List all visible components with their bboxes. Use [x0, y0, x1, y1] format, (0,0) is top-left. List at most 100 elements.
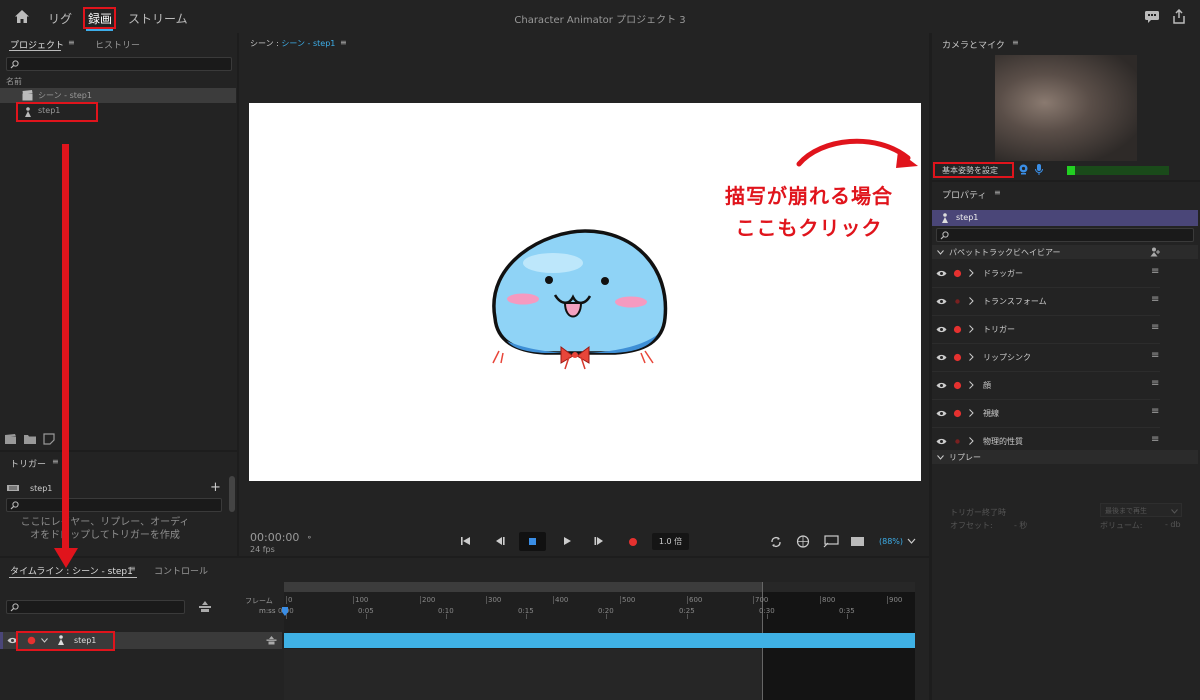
step-back-icon[interactable] — [494, 536, 505, 546]
behavior-menu-icon[interactable]: ≡ — [1151, 266, 1159, 277]
behavior-label: トリガー — [983, 325, 1015, 334]
record-icon[interactable] — [628, 537, 638, 547]
frame-tick-label: 500 — [622, 596, 636, 604]
record-arm-icon[interactable] — [953, 409, 962, 418]
track-options-icon[interactable] — [266, 636, 277, 645]
timecode[interactable]: 00:00:00 — [250, 531, 299, 544]
behavior-row[interactable]: 視線 ≡ — [932, 405, 1198, 433]
timeline-options-icon[interactable] — [198, 601, 212, 613]
background-toggle-icon[interactable] — [851, 537, 864, 546]
replay-volume-value[interactable]: - db — [1165, 520, 1181, 529]
camera-input-icon[interactable] — [796, 535, 810, 548]
properties-search-input[interactable] — [936, 228, 1194, 242]
timeline-search-input[interactable] — [6, 600, 185, 614]
eye-icon[interactable] — [936, 382, 947, 389]
step-forward-icon[interactable] — [594, 536, 605, 546]
project-item-scene[interactable]: シーン - step1 — [0, 88, 236, 103]
tab-controls[interactable]: コントロール — [154, 564, 208, 577]
puppet-character[interactable] — [485, 223, 685, 373]
behavior-menu-icon[interactable]: ≡ — [1151, 322, 1159, 333]
share-icon[interactable] — [1172, 9, 1186, 24]
chevron-right-icon[interactable] — [969, 325, 974, 333]
frame-tick-mark — [286, 596, 287, 604]
behavior-label: リップシンク — [983, 353, 1031, 362]
project-search-input[interactable] — [6, 57, 232, 71]
record-arm-icon[interactable] — [953, 437, 962, 446]
behavior-row[interactable]: 顔 ≡ — [932, 377, 1198, 405]
replays-section-header[interactable]: リプレー — [932, 450, 1198, 464]
behavior-menu-icon[interactable]: ≡ — [1151, 350, 1159, 361]
behavior-menu-icon[interactable]: ≡ — [1151, 434, 1159, 445]
trigger-search-input[interactable] — [6, 498, 222, 512]
record-arm-icon[interactable] — [953, 353, 962, 362]
scene-title-link[interactable]: シーン - step1 — [281, 39, 335, 48]
chevron-right-icon[interactable] — [969, 409, 974, 417]
top-bar: リグ 録画 ストリーム Character Animator プロジェクト 3 — [0, 0, 1200, 33]
scene-panel-menu-icon[interactable]: ≡ — [340, 38, 347, 47]
eye-icon[interactable] — [936, 354, 947, 361]
replay-trigger-label: トリガー終了時 — [950, 508, 1006, 517]
tab-history[interactable]: ヒストリー — [95, 38, 140, 51]
stop-button[interactable] — [519, 532, 546, 551]
behavior-row[interactable]: トリガー ≡ — [932, 321, 1198, 349]
record-arm-icon[interactable] — [953, 269, 962, 278]
webcam-icon[interactable] — [1018, 164, 1029, 175]
trigger-item-label[interactable]: step1 — [30, 484, 52, 493]
timeline-track-bar[interactable] — [284, 633, 915, 648]
properties-panel-title: プロパティ — [942, 191, 987, 201]
chevron-down-icon[interactable] — [907, 538, 916, 544]
microphone-icon[interactable] — [1035, 164, 1043, 175]
scene-title-prefix: シーン : — [250, 39, 282, 48]
set-rest-pose-button[interactable]: 基本姿勢を設定 — [942, 165, 998, 176]
camera-panel-menu-icon[interactable]: ≡ — [1012, 38, 1019, 47]
eye-icon[interactable] — [936, 326, 947, 333]
feedback-icon[interactable] — [1144, 10, 1160, 24]
behavior-row[interactable]: ドラッガー ≡ — [932, 265, 1198, 293]
eye-icon[interactable] — [936, 410, 947, 417]
properties-panel-menu-icon[interactable]: ≡ — [994, 188, 1001, 197]
replay-trigger-select[interactable]: 最後まで再生 — [1100, 503, 1182, 517]
add-behavior-icon[interactable] — [1150, 247, 1161, 257]
timecode-options-icon[interactable]: ⚬ — [306, 533, 313, 542]
go-to-start-icon[interactable] — [460, 536, 471, 546]
frame-tick-mark — [486, 596, 487, 604]
chevron-right-icon[interactable] — [969, 297, 974, 305]
behaviors-section-header[interactable]: パペットトラックビヘイビアー — [932, 245, 1198, 259]
timeline-panel-menu-icon[interactable]: ≡ — [129, 564, 136, 573]
triggers-panel-menu-icon[interactable]: ≡ — [52, 457, 59, 466]
frame-tick-label: 100 — [355, 596, 369, 604]
behavior-menu-icon[interactable]: ≡ — [1151, 378, 1159, 389]
chevron-right-icon[interactable] — [969, 269, 974, 277]
record-arm-icon[interactable] — [953, 297, 962, 306]
behavior-menu-icon[interactable]: ≡ — [1151, 294, 1159, 305]
triggers-scrollbar[interactable] — [229, 476, 235, 512]
chevron-right-icon[interactable] — [969, 437, 974, 445]
behaviors-section-title: パペットトラックビヘイビアー — [949, 248, 1061, 257]
stream-output-icon[interactable] — [823, 535, 839, 548]
chevron-right-icon[interactable] — [969, 353, 974, 361]
playhead[interactable] — [282, 607, 288, 617]
eye-icon[interactable] — [936, 298, 947, 305]
frame-tick-mark — [553, 596, 554, 604]
behavior-row[interactable]: リップシンク ≡ — [932, 349, 1198, 377]
record-arm-icon[interactable] — [953, 381, 962, 390]
camera-preview — [995, 55, 1137, 161]
record-arm-icon[interactable] — [953, 325, 962, 334]
zoom-level[interactable]: (88%) — [879, 537, 903, 546]
eye-icon[interactable] — [936, 438, 947, 445]
fps-label: 24 fps — [250, 545, 275, 554]
keyboard-icon — [7, 485, 19, 491]
chevron-right-icon[interactable] — [969, 381, 974, 389]
replay-offset-value[interactable]: - 秒 — [1014, 520, 1027, 531]
behavior-menu-icon[interactable]: ≡ — [1151, 406, 1159, 417]
replay-volume-label: ボリューム: — [1100, 521, 1143, 530]
play-icon[interactable] — [562, 536, 572, 546]
frame-tick-label: 700 — [755, 596, 769, 604]
eye-icon[interactable] — [936, 270, 947, 277]
project-panel-menu-icon[interactable]: ≡ — [68, 38, 75, 47]
playback-speed-button[interactable]: 1.0 倍 — [652, 533, 689, 550]
behavior-row[interactable]: トランスフォーム ≡ — [932, 293, 1198, 321]
time-tick-label: 0:20 — [598, 607, 614, 615]
loop-icon[interactable] — [770, 536, 782, 548]
add-trigger-button[interactable]: + — [210, 480, 221, 495]
